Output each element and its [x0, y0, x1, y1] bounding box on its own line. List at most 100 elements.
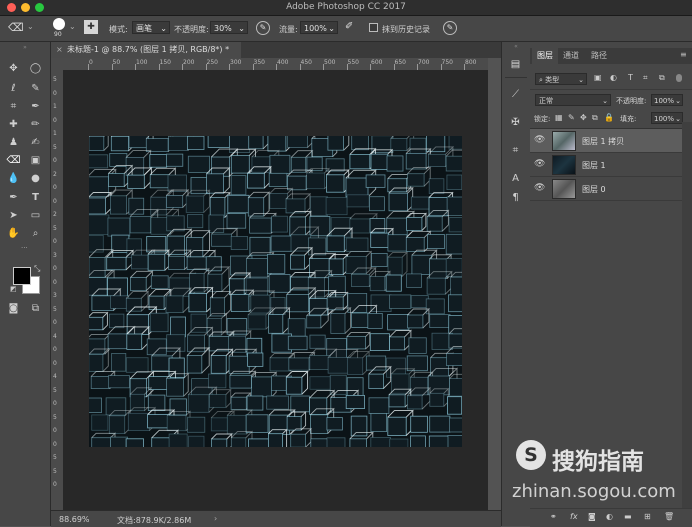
layer-row[interactable]: 👁 图层 0 — [530, 177, 682, 201]
close-tab-icon[interactable]: × — [56, 42, 63, 58]
delete-layer-icon[interactable]: 🗑 — [664, 512, 674, 521]
plugins-icon[interactable]: ✠ — [507, 114, 524, 131]
eraser-tool-preset-icon[interactable]: ⌫ — [8, 21, 24, 35]
blend-mode-select[interactable]: 正常 ⌄ — [535, 94, 611, 106]
tab-channels[interactable]: 通道 — [558, 48, 584, 64]
quick-select-tool-icon[interactable]: ✎ — [27, 80, 44, 97]
brush-chevron-icon[interactable]: ⌄ — [69, 22, 76, 31]
lock-artboard-icon[interactable]: ⧉ — [592, 113, 598, 123]
eyedropper-tool-icon[interactable]: ✒ — [27, 98, 44, 115]
chevron-down-icon[interactable]: ⌄ — [27, 22, 34, 31]
filter-shape-icon[interactable]: ⌗ — [643, 73, 648, 83]
link-layers-icon[interactable]: ⚭ — [550, 512, 557, 521]
document-canvas[interactable] — [89, 136, 462, 447]
ruler-tick-label: 0 — [53, 359, 57, 367]
adjustment-layer-icon[interactable]: ◐ — [606, 512, 613, 521]
ruler-tick-label: 2 — [53, 211, 57, 218]
eye-icon[interactable]: 👁 — [534, 183, 545, 193]
brush-panel-icon[interactable]: ✚ — [84, 20, 98, 34]
document-tab[interactable]: × 未标题-1 @ 88.7% (图层 1 拷贝, RGB/8*) * — [51, 42, 241, 58]
ruler-tick-label: 5 — [53, 224, 57, 232]
lasso-tool-icon[interactable]: ℓ — [5, 80, 22, 97]
layer-opacity-value: 100% — [654, 97, 675, 105]
mode-select[interactable]: 画笔 ⌄ — [132, 21, 170, 34]
blur-tool-icon[interactable]: 💧 — [5, 170, 22, 187]
panel-menu-icon[interactable]: ≡ — [680, 50, 687, 59]
layer-filter-select[interactable]: ⌕ 类型 ⌄ — [535, 73, 587, 85]
pressure-size-icon[interactable]: ✎ — [443, 21, 457, 35]
ruler-tick-label: 2 — [53, 170, 57, 178]
filter-pixel-icon[interactable]: ▣ — [594, 73, 602, 82]
ruler-tick-label: 400 — [277, 59, 289, 66]
move-tool-icon[interactable]: ✥ — [5, 60, 22, 77]
eye-icon[interactable]: 👁 — [534, 159, 545, 169]
lock-all-icon[interactable]: 🔒 — [604, 113, 614, 122]
brush-tool-icon[interactable]: ✏ — [27, 116, 44, 133]
flow-label: 流量: — [279, 25, 298, 34]
libraries-icon[interactable]: ▤ — [507, 56, 524, 73]
history-brush-tool-icon[interactable]: ✍ — [27, 134, 44, 151]
screen-mode-icon[interactable]: ⧉ — [27, 300, 44, 317]
status-chevron-icon[interactable]: › — [214, 514, 217, 523]
curves-adjust-icon[interactable]: ⟋ — [507, 86, 524, 103]
rectangle-tool-icon[interactable]: ▭ — [27, 207, 44, 224]
flow-input[interactable]: 100% ⌄ — [300, 21, 338, 34]
hand-tool-icon[interactable]: ✋ — [5, 225, 22, 242]
lock-image-icon[interactable]: ✎ — [568, 113, 575, 122]
pen-tool-icon[interactable]: ✒ — [5, 189, 22, 206]
layer-style-icon[interactable]: fx — [570, 512, 578, 521]
clone-stamp-tool-icon[interactable]: ♟ — [5, 134, 22, 151]
layer-name: 图层 1 — [582, 161, 606, 170]
erase-to-history-checkbox[interactable] — [369, 23, 378, 32]
airbrush-icon[interactable]: ✐ — [345, 21, 359, 35]
layer-opacity-input[interactable]: 100% ⌄ — [651, 94, 683, 106]
brush-preview-icon[interactable] — [53, 18, 65, 30]
add-mask-icon[interactable]: ◙ — [588, 512, 596, 521]
filter-smart-object-icon[interactable]: ⧉ — [659, 73, 665, 83]
layers-footer: ⚭ fx ◙ ◐ ▬ ⊞ 🗑 — [530, 508, 692, 527]
swap-colors-icon[interactable]: ⤡ — [34, 264, 40, 274]
character-panel-icon[interactable]: A — [507, 170, 524, 187]
healing-brush-tool-icon[interactable]: ✚ — [5, 116, 22, 133]
ruler-tick-label: 0 — [53, 116, 57, 124]
crop-tool-icon[interactable]: ⌗ — [5, 98, 22, 115]
opacity-input[interactable]: 30% ⌄ — [210, 21, 248, 34]
window-title: Adobe Photoshop CC 2017 — [286, 2, 406, 12]
zoom-tool-icon[interactable]: ⌕ — [27, 225, 44, 242]
tab-layers[interactable]: 图层 — [532, 48, 558, 64]
paragraph-panel-icon[interactable]: ¶ — [507, 189, 524, 206]
edit-toolbar-icon[interactable]: ··· — [21, 244, 29, 252]
quick-mask-icon[interactable]: ◙ — [5, 300, 22, 317]
filter-toggle-icon[interactable] — [676, 74, 682, 82]
tab-paths[interactable]: 路径 — [586, 48, 612, 64]
new-group-icon[interactable]: ▬ — [624, 512, 632, 521]
ruler-tick-label: 750 — [441, 59, 453, 66]
zoom-level[interactable]: 88.69% — [59, 515, 90, 524]
dodge-tool-icon[interactable]: ● — [27, 170, 44, 187]
fill-input[interactable]: 100% ⌄ — [651, 112, 683, 124]
eraser-tool-icon[interactable]: ⌫ — [5, 152, 22, 169]
layer-row-selected[interactable]: 👁 图层 1 拷贝 — [530, 129, 682, 153]
gradient-tool-icon[interactable]: ▣ — [27, 152, 44, 169]
layer-row[interactable]: 👁 图层 1 — [530, 153, 682, 177]
default-colors-icon[interactable]: ◩ — [10, 285, 17, 293]
foreground-color-swatch-top[interactable] — [13, 267, 31, 285]
panel-divider — [530, 89, 692, 90]
layers-scrollbar[interactable] — [682, 122, 692, 510]
filter-adjustment-icon[interactable]: ◐ — [610, 73, 617, 82]
ruler-tick-label: 800 — [465, 59, 477, 66]
ruler-tick-label: 0 — [53, 346, 57, 353]
lock-transparent-icon[interactable]: ▦ — [555, 113, 563, 122]
crop-panel-icon[interactable]: ⌗ — [507, 142, 524, 159]
path-selection-tool-icon[interactable]: ➤ — [5, 207, 22, 224]
new-layer-icon[interactable]: ⊞ — [644, 512, 651, 521]
marquee-tool-icon[interactable]: ◯ — [27, 60, 44, 77]
chevron-down-icon: ⌄ — [328, 24, 335, 33]
type-tool-icon[interactable]: T — [27, 189, 44, 206]
toolbar-grip-icon: » — [23, 44, 27, 51]
pressure-opacity-icon[interactable]: ✎ — [256, 21, 270, 35]
eye-icon[interactable]: 👁 — [534, 135, 545, 145]
lock-position-icon[interactable]: ✥ — [580, 113, 587, 122]
filter-type-icon[interactable]: T — [628, 73, 633, 82]
ruler-tick-label: 5 — [53, 413, 57, 421]
